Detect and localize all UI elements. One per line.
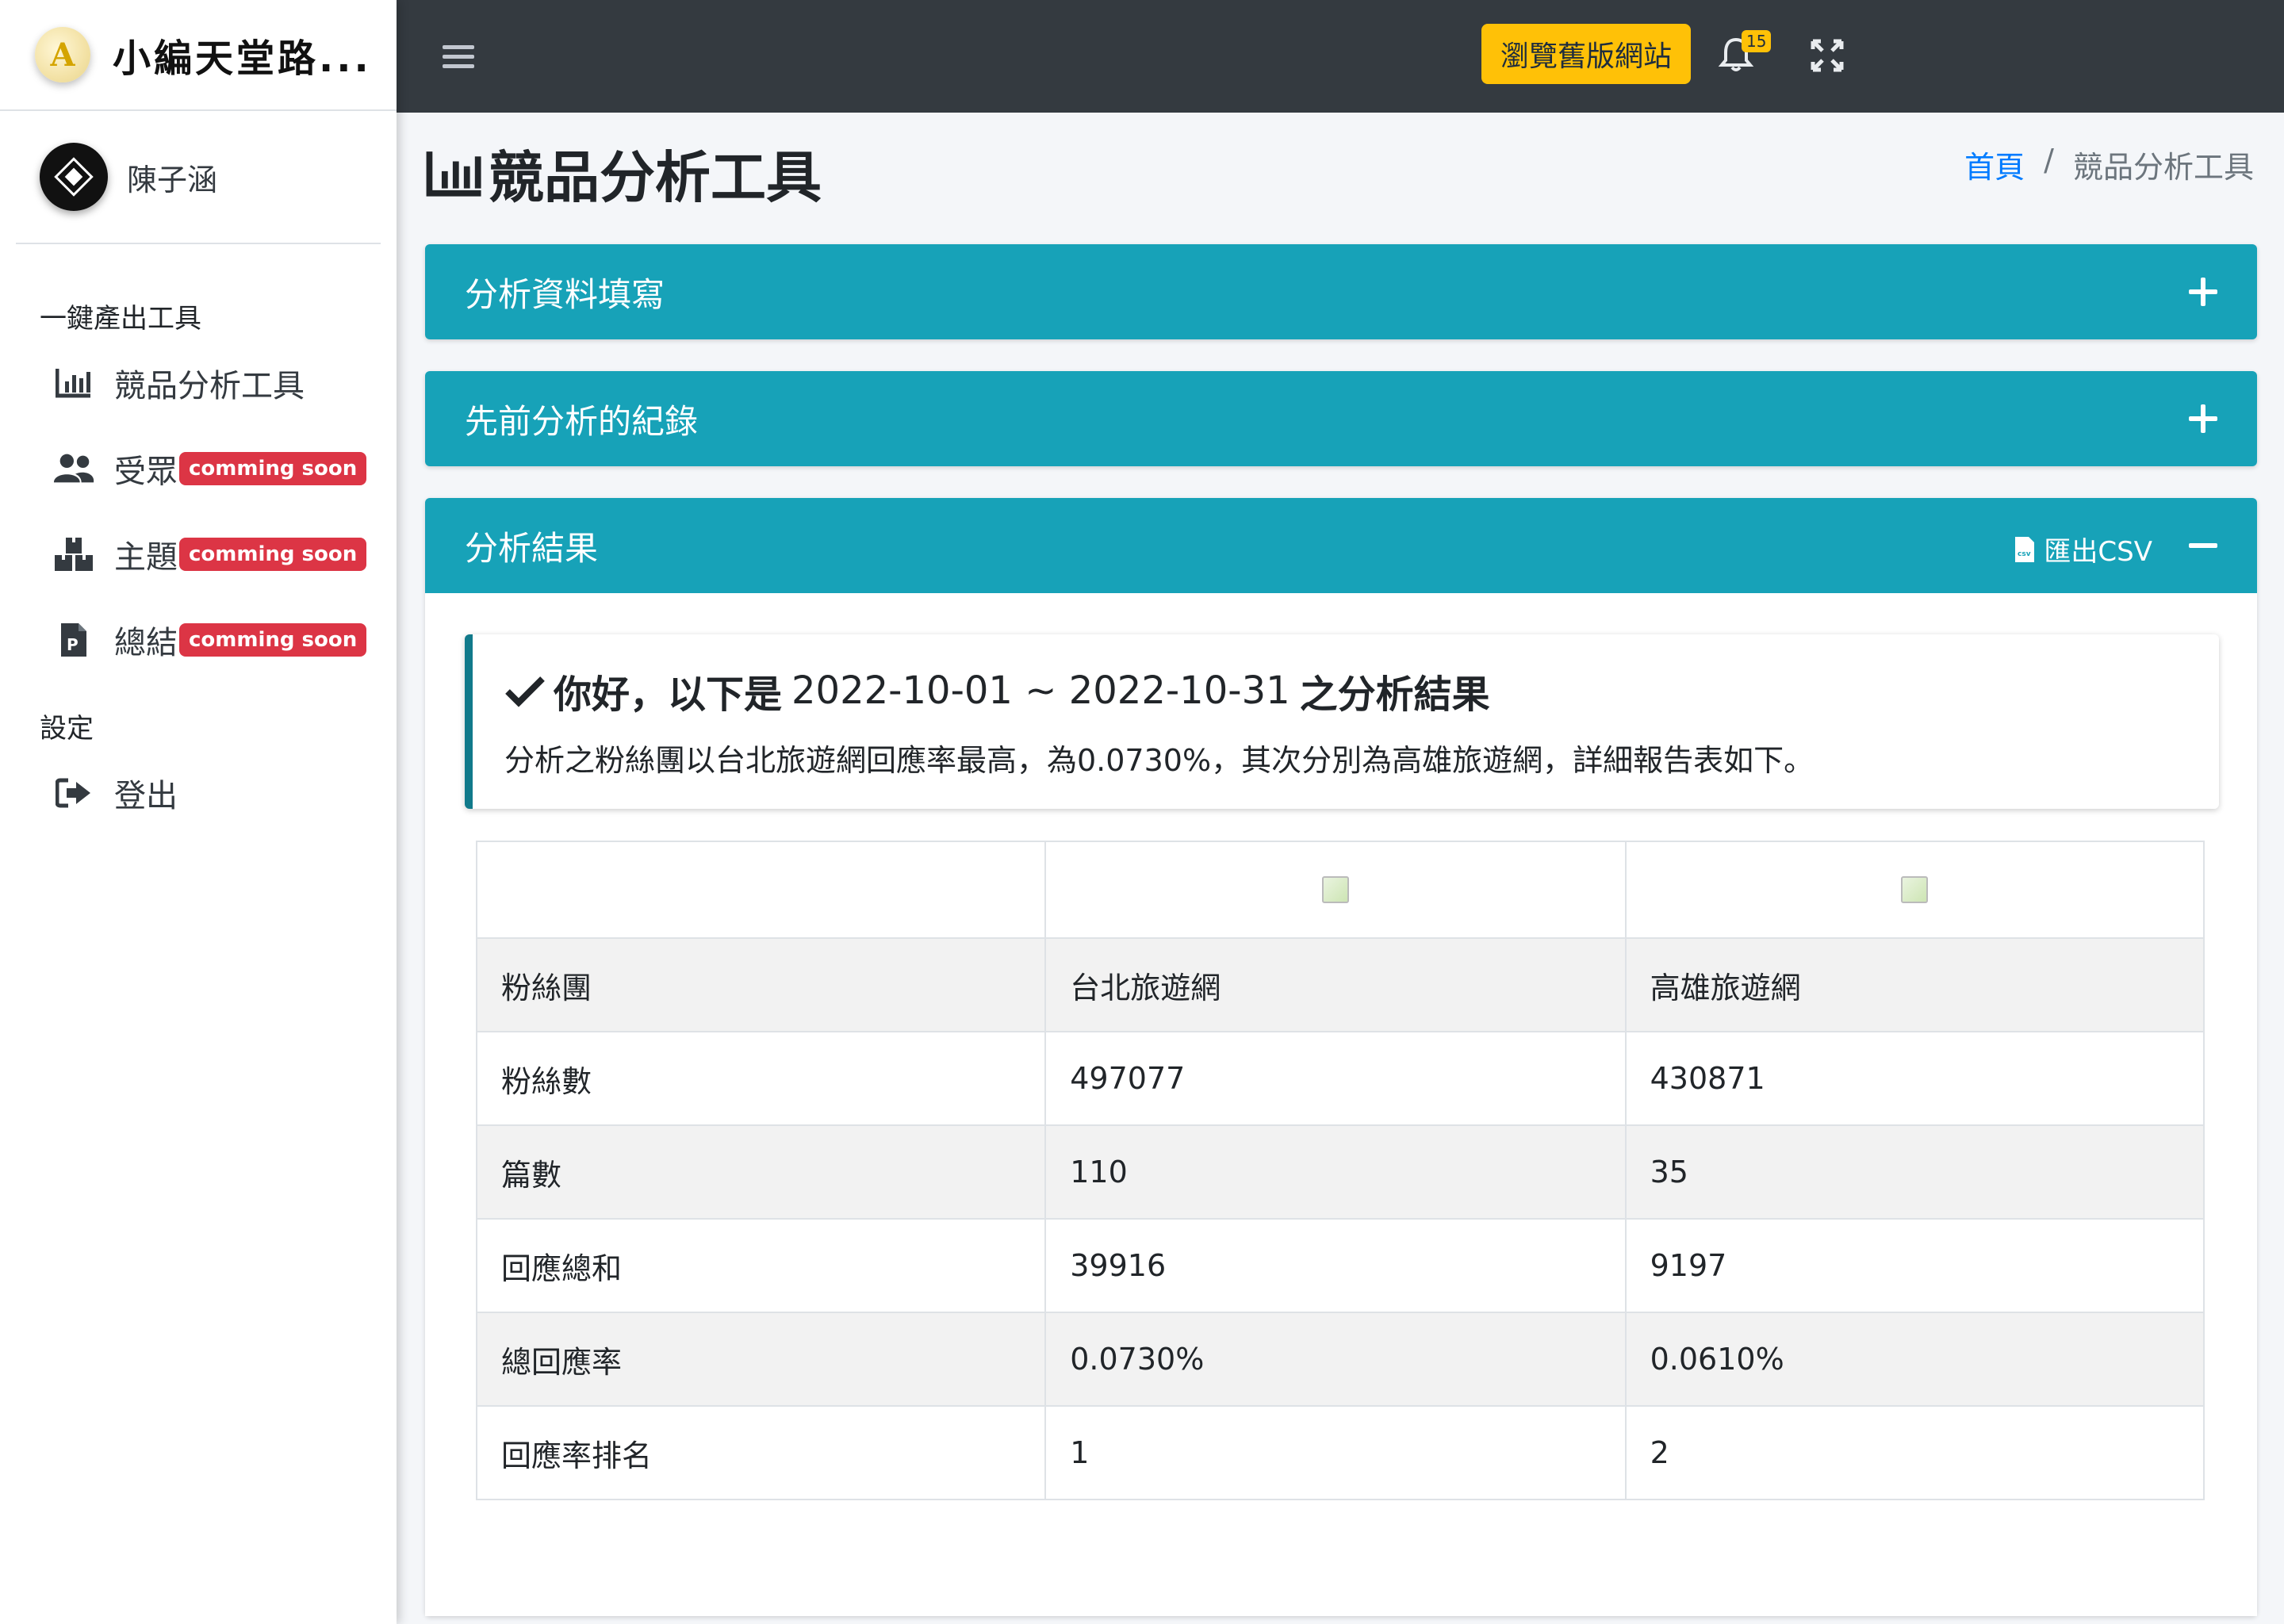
table-row: 粉絲團 台北旅遊網 高雄旅遊網 xyxy=(475,937,2205,1032)
bar-chart-icon xyxy=(426,151,481,197)
boxes-icon xyxy=(52,533,95,576)
card-analysis-form: 分析資料填寫 xyxy=(425,244,2257,339)
user-panel[interactable]: 陳子涵 xyxy=(16,111,381,244)
export-csv-label: 匯出CSV xyxy=(2044,536,2152,568)
card-history: 先前分析的紀錄 xyxy=(425,371,2257,466)
menu-toggle-icon[interactable] xyxy=(443,44,474,68)
card-header[interactable]: 先前分析的紀錄 xyxy=(425,371,2257,466)
table-cell: 9197 xyxy=(1624,1218,2205,1313)
card-title: 分析結果 xyxy=(465,528,599,568)
breadcrumb-current: 競品分析工具 xyxy=(2072,150,2254,185)
table-row: 篇數 110 35 xyxy=(475,1124,2205,1220)
expand-plus-icon[interactable] xyxy=(2189,278,2217,306)
page-a-avatar-image xyxy=(1070,876,1600,903)
table-cell: 台北旅遊網 xyxy=(1044,937,1627,1032)
svg-text:P: P xyxy=(67,635,79,654)
coming-soon-badge: comming soon xyxy=(179,623,367,657)
brand-name: 小編天堂路... xyxy=(113,36,372,81)
nav-header-tools: 一鍵產出工具 xyxy=(40,303,201,335)
page-title-text: 競品分析工具 xyxy=(489,145,822,210)
card-title: 先前分析的紀錄 xyxy=(465,401,699,441)
notification-count-badge: 15 xyxy=(1742,30,1772,52)
file-p-icon: P xyxy=(52,619,95,661)
sidebar: A 小編天堂路... 陳子涵 一鍵產出工具 競品分析工具 受眾 comming … xyxy=(0,0,397,1624)
table-cell xyxy=(1044,841,1627,939)
callout-suffix: 之分析結果 xyxy=(1299,672,1490,717)
table-cell: 0.0730% xyxy=(1044,1312,1627,1407)
sidebar-item-topic[interactable]: 主題 comming soon xyxy=(0,511,397,597)
sidebar-item-label: 競品分析工具 xyxy=(114,368,305,404)
user-name: 陳子涵 xyxy=(127,162,218,197)
card-title: 分析資料填寫 xyxy=(465,274,665,314)
table-cell: 430871 xyxy=(1624,1031,2205,1126)
table-cell xyxy=(475,841,1047,939)
avatar xyxy=(40,143,108,211)
table-cell: 粉絲團 xyxy=(475,937,1047,1032)
card-header[interactable]: 分析結果 csv 匯出CSV xyxy=(425,498,2257,593)
sidebar-item-label: 登出 xyxy=(114,778,178,814)
users-icon xyxy=(52,447,95,490)
old-site-button[interactable]: 瀏覽舊版網站 xyxy=(1481,24,1692,84)
result-table: 粉絲團 台北旅遊網 高雄旅遊網 粉絲數 497077 430871 篇數 110… xyxy=(475,841,2205,1500)
table-cell: 2 xyxy=(1624,1405,2205,1500)
page-title: 競品分析工具 xyxy=(425,133,822,213)
breadcrumb: 首頁 / 競品分析工具 xyxy=(1964,143,2254,186)
fullscreen-icon[interactable] xyxy=(1810,38,1845,73)
topbar xyxy=(397,0,2284,113)
page-b-avatar-image xyxy=(1650,876,2179,903)
sidebar-item-label: 總結 xyxy=(114,625,178,661)
brand-link[interactable]: A 小編天堂路... xyxy=(0,0,397,111)
table-cell: 篇數 xyxy=(475,1124,1047,1220)
table-cell: 110 xyxy=(1044,1124,1627,1220)
callout-greeting: 你好，以下是 xyxy=(554,672,783,717)
sidebar-item-label: 受眾 xyxy=(114,454,178,490)
csv-file-icon: csv xyxy=(2015,536,2035,562)
coming-soon-badge: comming soon xyxy=(179,538,367,571)
table-cell: 回應總和 xyxy=(475,1218,1047,1313)
table-cell: 0.0610% xyxy=(1624,1312,2205,1407)
callout-text: 分析之粉絲團以台北旅遊網回應率最高，為0.0730%，其次分別為高雄旅遊網，詳細… xyxy=(504,743,1815,778)
table-cell: 總回應率 xyxy=(475,1312,1047,1407)
svg-text:csv: csv xyxy=(2018,550,2031,558)
table-row: 回應率排名 1 2 xyxy=(475,1405,2205,1500)
table-cell xyxy=(1624,841,2205,939)
table-cell: 497077 xyxy=(1044,1031,1627,1126)
card-header[interactable]: 分析資料填寫 xyxy=(425,244,2257,339)
table-cell: 35 xyxy=(1624,1124,2205,1220)
brand-logo-icon: A xyxy=(35,27,90,82)
table-cell: 粉絲數 xyxy=(475,1031,1047,1126)
nav-header-settings: 設定 xyxy=(40,713,94,745)
sidebar-item-label: 主題 xyxy=(114,539,178,576)
check-icon xyxy=(505,676,545,707)
callout-date-range: 2022-10-01 ~ 2022-10-31 xyxy=(791,668,1290,713)
callout-title: 你好，以下是 2022-10-01 ~ 2022-10-31 之分析結果 xyxy=(504,663,2187,718)
bar-chart-icon xyxy=(52,362,95,404)
sidebar-item-competitor-analysis[interactable]: 競品分析工具 xyxy=(0,340,397,426)
breadcrumb-separator: / xyxy=(2044,143,2054,178)
table-row xyxy=(475,841,2205,939)
sidebar-item-logout[interactable]: 登出 xyxy=(0,750,397,836)
sign-out-icon xyxy=(52,772,95,814)
table-row: 回應總和 39916 9197 xyxy=(475,1218,2205,1313)
expand-plus-icon[interactable] xyxy=(2189,404,2217,433)
sidebar-item-audience[interactable]: 受眾 comming soon xyxy=(0,426,397,511)
table-cell: 高雄旅遊網 xyxy=(1624,937,2205,1032)
table-row: 總回應率 0.0730% 0.0610% xyxy=(475,1312,2205,1407)
export-csv-button[interactable]: csv 匯出CSV xyxy=(2014,530,2152,569)
table-row: 粉絲數 497077 430871 xyxy=(475,1031,2205,1126)
result-callout: 你好，以下是 2022-10-01 ~ 2022-10-31 之分析結果 分析之… xyxy=(465,634,2219,809)
coming-soon-badge: comming soon xyxy=(179,452,367,485)
table-cell: 39916 xyxy=(1044,1218,1627,1313)
table-cell: 回應率排名 xyxy=(475,1405,1047,1500)
table-cell: 1 xyxy=(1044,1405,1627,1500)
sidebar-item-summary[interactable]: P 總結 comming soon xyxy=(0,597,397,683)
breadcrumb-home-link[interactable]: 首頁 xyxy=(1964,143,2025,186)
collapse-minus-icon[interactable] xyxy=(2189,531,2217,560)
